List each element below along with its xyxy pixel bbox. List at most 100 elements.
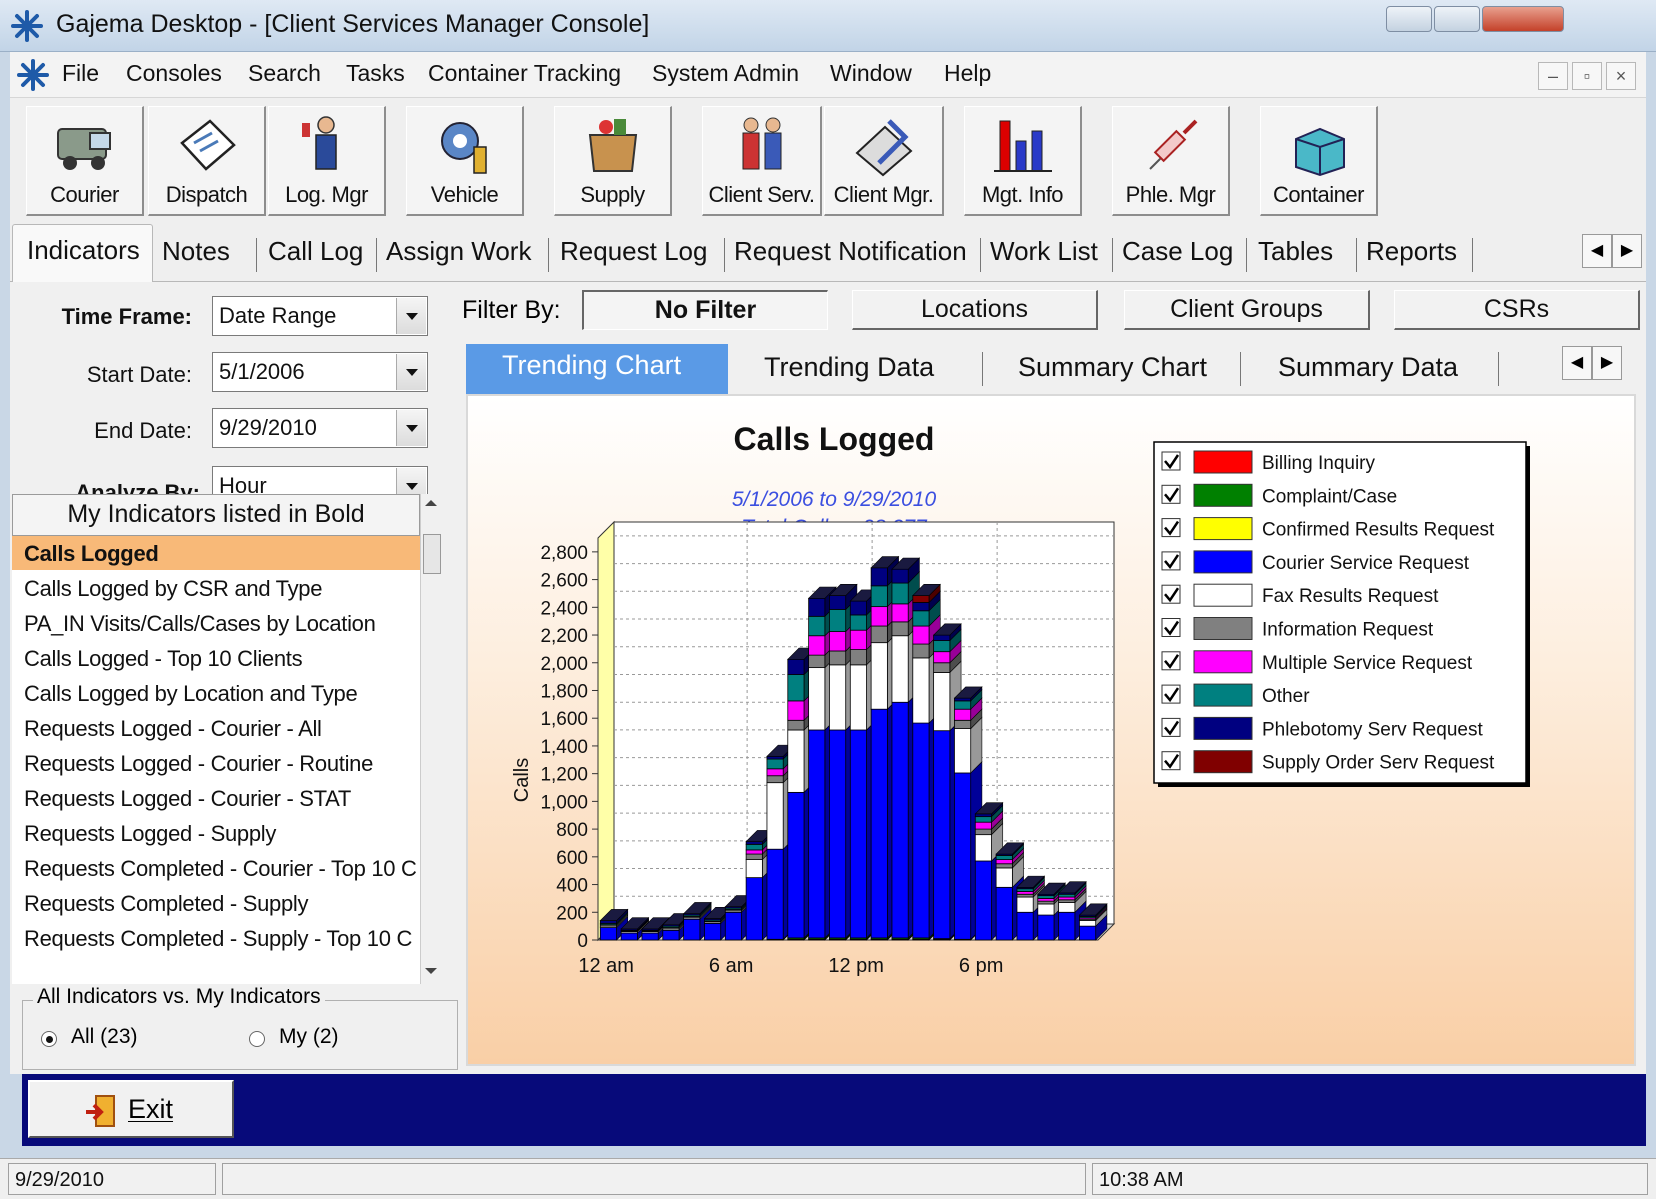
- bar-segment: [870, 567, 888, 587]
- container-box-icon: [1294, 127, 1345, 177]
- indicator-list-scrollbar[interactable]: [420, 494, 442, 984]
- scroll-up-icon[interactable]: [425, 500, 437, 506]
- container-button[interactable]: Container: [1260, 106, 1378, 216]
- indicator-list-item[interactable]: Requests Logged - Courier - Routine: [12, 746, 420, 780]
- log-manager-button[interactable]: Log. Mgr: [268, 106, 386, 216]
- filter-client-groups-button[interactable]: Client Groups: [1124, 290, 1370, 330]
- filter-csrs-button[interactable]: CSRs: [1394, 290, 1640, 330]
- indicator-list-item[interactable]: Requests Completed - Courier - Top 10 C: [12, 851, 420, 885]
- supply-button[interactable]: Supply: [554, 106, 672, 216]
- indicator-list-item[interactable]: Requests Completed - Supply - Top 10 C: [12, 921, 420, 955]
- chevron-down-icon: [396, 410, 426, 446]
- filter-no-filter-button[interactable]: No Filter: [582, 290, 828, 330]
- legend-label: Courier Service Request: [1262, 553, 1470, 574]
- tab-assign-work[interactable]: Assign Work: [386, 236, 531, 267]
- indicator-list-item[interactable]: Requests Logged - Courier - STAT: [12, 781, 420, 815]
- tab-indicators[interactable]: Indicators: [12, 224, 153, 282]
- menu-system-admin[interactable]: System Admin: [652, 60, 799, 87]
- app-menu-icon[interactable]: [16, 58, 50, 92]
- window-title: Gajema Desktop - [Client Services Manage…: [56, 10, 650, 38]
- bar-segment: [849, 729, 867, 939]
- indicator-list-item[interactable]: Calls Logged: [12, 536, 420, 570]
- tab-scroll-right-button[interactable]: ▶: [1612, 234, 1642, 268]
- legend-label: Other: [1262, 686, 1310, 707]
- dispatch-button[interactable]: Dispatch: [148, 106, 266, 216]
- close-window-button[interactable]: [1482, 6, 1564, 32]
- phlebotomy-manager-button[interactable]: Phle. Mgr: [1112, 106, 1230, 216]
- chevron-down-icon: [396, 298, 426, 334]
- bar-segment: [1037, 895, 1055, 899]
- tab-trending-chart[interactable]: Trending Chart: [466, 344, 728, 394]
- chart-title: Calls Logged: [734, 421, 935, 457]
- indicator-list-item[interactable]: Calls Logged by Location and Type: [12, 676, 420, 710]
- tab-case-log[interactable]: Case Log: [1122, 236, 1233, 267]
- group-title: All Indicators vs. My Indicators: [33, 985, 325, 1009]
- bar-segment: [933, 730, 951, 940]
- mdi-restore-button[interactable]: ▫: [1572, 62, 1602, 90]
- time-frame-select[interactable]: Date Range: [212, 296, 428, 336]
- menu-file[interactable]: File: [62, 60, 99, 87]
- tab-request-notification[interactable]: Request Notification: [734, 236, 967, 267]
- exit-button[interactable]: Exit: [28, 1080, 234, 1138]
- tab-notes[interactable]: Notes: [162, 236, 230, 267]
- menu-search[interactable]: Search: [248, 60, 321, 87]
- mdi-minimize-button[interactable]: –: [1538, 62, 1568, 90]
- minimize-window-button[interactable]: [1386, 6, 1432, 32]
- menu-help[interactable]: Help: [944, 60, 991, 87]
- maximize-window-button[interactable]: [1434, 6, 1480, 32]
- tab-request-log[interactable]: Request Log: [560, 236, 707, 267]
- main-tab-bar: Indicators Notes Call Log Assign Work Re…: [10, 222, 1646, 282]
- y-tick-label: 800: [556, 820, 588, 841]
- bar-segment: [808, 597, 826, 617]
- management-info-button[interactable]: Mgt. Info: [964, 106, 1082, 216]
- bar-segment: [662, 929, 680, 941]
- bar-segment: [954, 700, 972, 710]
- indicator-list-item[interactable]: Requests Logged - Courier - All: [12, 711, 420, 745]
- bar-segment: [974, 834, 992, 862]
- tab-reports[interactable]: Reports: [1366, 236, 1457, 267]
- menu-container-tracking[interactable]: Container Tracking: [428, 60, 621, 87]
- legend-swatch: [1193, 517, 1253, 541]
- tab-scroll-left-button[interactable]: ◀: [1582, 234, 1612, 268]
- tab-call-log[interactable]: Call Log: [268, 236, 363, 267]
- bar-segment: [808, 615, 826, 637]
- indicator-list-item[interactable]: PA_IN Visits/Calls/Cases by Location: [12, 606, 420, 640]
- menu-consoles[interactable]: Consoles: [126, 60, 222, 87]
- tab-summary-data[interactable]: Summary Data: [1278, 352, 1458, 383]
- chart-tab-scroll-left-button[interactable]: ◀: [1562, 346, 1592, 380]
- menu-window[interactable]: Window: [830, 60, 912, 87]
- mdi-close-button[interactable]: ×: [1606, 62, 1636, 90]
- legend-swatch: [1193, 617, 1253, 640]
- indicator-list-item[interactable]: Calls Logged by CSR and Type: [12, 571, 420, 605]
- indicator-list-header[interactable]: My Indicators listed in Bold: [12, 494, 420, 536]
- tab-summary-chart[interactable]: Summary Chart: [1018, 352, 1207, 383]
- vehicle-button[interactable]: Vehicle: [406, 106, 524, 216]
- indicator-list-item[interactable]: Requests Completed - Supply: [12, 886, 420, 920]
- start-date-picker[interactable]: 5/1/2006: [212, 352, 428, 392]
- bar-segment: [1058, 896, 1076, 901]
- bar-segment: [704, 922, 722, 941]
- client-manager-button[interactable]: Client Mgr.: [824, 106, 944, 216]
- bar-segment: [954, 719, 972, 730]
- tab-tables[interactable]: Tables: [1258, 236, 1333, 267]
- indicator-list-item[interactable]: Requests Logged - Supply: [12, 816, 420, 850]
- bar-segment: [933, 672, 951, 732]
- tab-work-list[interactable]: Work List: [990, 236, 1098, 267]
- bar-segment: [933, 634, 951, 641]
- menu-bar: File Consoles Search Tasks Container Tra…: [10, 52, 1646, 98]
- scroll-down-icon[interactable]: [425, 968, 437, 974]
- radio-all[interactable]: [41, 1031, 57, 1047]
- end-date-picker[interactable]: 9/29/2010: [212, 408, 428, 448]
- bar-segment: [1058, 911, 1076, 941]
- courier-button[interactable]: Courier: [26, 106, 144, 216]
- client-service-button[interactable]: Client Serv.: [702, 106, 822, 216]
- filter-locations-button[interactable]: Locations: [852, 290, 1098, 330]
- scroll-thumb[interactable]: [423, 534, 441, 574]
- indicator-list-item[interactable]: Calls Logged - Top 10 Clients: [12, 641, 420, 675]
- y-tick-label: 2,200: [540, 626, 588, 647]
- chart-tab-scroll-right-button[interactable]: ▶: [1592, 346, 1622, 380]
- bar-segment: [891, 635, 909, 703]
- menu-tasks[interactable]: Tasks: [346, 60, 405, 87]
- radio-my[interactable]: [249, 1031, 265, 1047]
- tab-trending-data[interactable]: Trending Data: [764, 352, 934, 383]
